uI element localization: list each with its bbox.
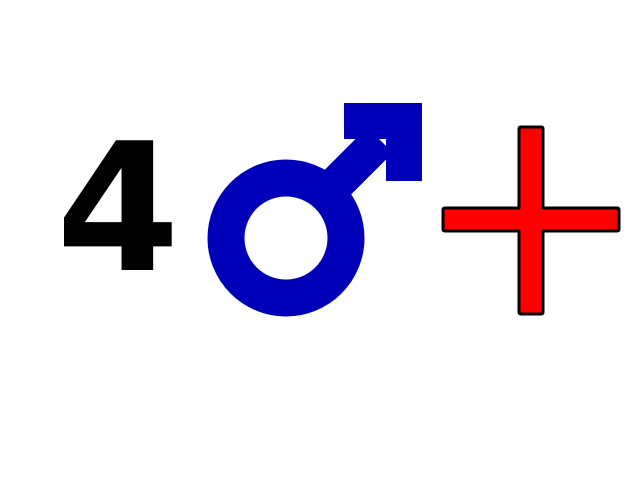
male-symbol-icon	[207, 103, 422, 317]
plus-icon	[441, 125, 621, 316]
glyph-scene: 4	[0, 0, 640, 480]
digit-four: 4	[56, 105, 180, 312]
glyph-canvas: 4	[56, 103, 621, 317]
male-symbol-shaft	[309, 127, 393, 211]
plus-sign-shape	[441, 125, 621, 316]
